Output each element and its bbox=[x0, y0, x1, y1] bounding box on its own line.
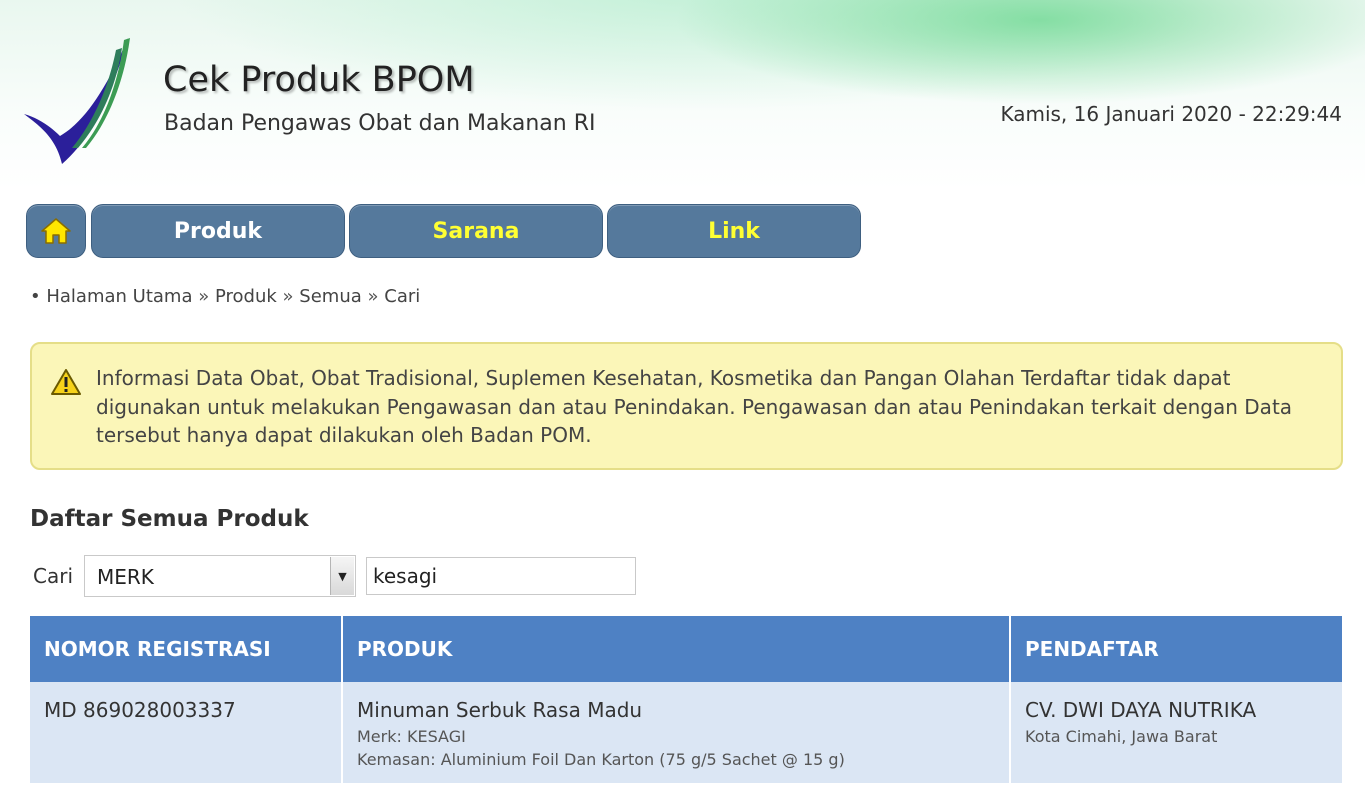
cell-produk: Minuman Serbuk Rasa Madu Merk: KESAGI Ke… bbox=[342, 682, 1011, 783]
registration-number[interactable]: MD 869028003337 bbox=[44, 698, 327, 722]
bpom-logo-icon[interactable] bbox=[20, 30, 140, 170]
select-value: MERK bbox=[97, 565, 154, 589]
cell-nomor: MD 869028003337 bbox=[30, 682, 343, 783]
product-merk: Merk: KESAGI bbox=[357, 727, 466, 746]
product-kemasan: Kemasan: Aluminium Foil Dan Karton (75 g… bbox=[357, 750, 845, 769]
product-table: NOMOR REGISTRASI PRODUK PENDAFTAR MD 869… bbox=[30, 616, 1342, 783]
nav-link-button[interactable]: Link bbox=[607, 204, 861, 258]
breadcrumb-bullet: • bbox=[30, 286, 41, 307]
breadcrumb-home[interactable]: Halaman Utama bbox=[46, 286, 192, 307]
table-row[interactable]: MD 869028003337 Minuman Serbuk Rasa Madu… bbox=[30, 682, 1342, 783]
cell-pendaftar: CV. DWI DAYA NUTRIKA Kota Cimahi, Jawa B… bbox=[1010, 682, 1342, 783]
chevron-down-icon[interactable]: ▼ bbox=[330, 557, 354, 595]
breadcrumb-semua[interactable]: Semua bbox=[299, 286, 361, 307]
section-title: Daftar Semua Produk bbox=[30, 506, 309, 532]
site-subtitle: Badan Pengawas Obat dan Makanan RI bbox=[164, 111, 596, 136]
search-input[interactable] bbox=[366, 557, 636, 595]
nav-produk-button[interactable]: Produk bbox=[91, 204, 345, 258]
nav-home-button[interactable] bbox=[26, 204, 86, 258]
breadcrumb-cari: Cari bbox=[384, 286, 421, 307]
home-icon bbox=[41, 218, 71, 244]
breadcrumb-separator: » bbox=[367, 286, 379, 307]
breadcrumb-produk[interactable]: Produk bbox=[215, 286, 277, 307]
table-header-row: NOMOR REGISTRASI PRODUK PENDAFTAR bbox=[30, 616, 1342, 682]
notice-box: Informasi Data Obat, Obat Tradisional, S… bbox=[30, 342, 1343, 470]
search-field-select[interactable]: MERK ▼ bbox=[84, 555, 356, 597]
nav-sarana-button[interactable]: Sarana bbox=[349, 204, 603, 258]
breadcrumb-separator: » bbox=[198, 286, 210, 307]
warning-icon bbox=[51, 369, 81, 395]
search-label: Cari bbox=[33, 564, 73, 588]
site-title: Cek Produk BPOM bbox=[163, 60, 475, 100]
column-header-pendaftar[interactable]: PENDAFTAR bbox=[1010, 616, 1342, 682]
current-datetime: Kamis, 16 Januari 2020 - 22:29:44 bbox=[1000, 102, 1342, 126]
breadcrumb: • Halaman Utama » Produk » Semua » Cari bbox=[30, 286, 420, 307]
column-header-nomor[interactable]: NOMOR REGISTRASI bbox=[30, 616, 343, 682]
product-name[interactable]: Minuman Serbuk Rasa Madu bbox=[357, 698, 995, 722]
column-header-produk[interactable]: PRODUK bbox=[342, 616, 1011, 682]
breadcrumb-separator: » bbox=[282, 286, 294, 307]
registrant-location: Kota Cimahi, Jawa Barat bbox=[1025, 727, 1218, 746]
notice-text: Informasi Data Obat, Obat Tradisional, S… bbox=[96, 366, 1293, 447]
registrant-name[interactable]: CV. DWI DAYA NUTRIKA bbox=[1025, 698, 1328, 722]
